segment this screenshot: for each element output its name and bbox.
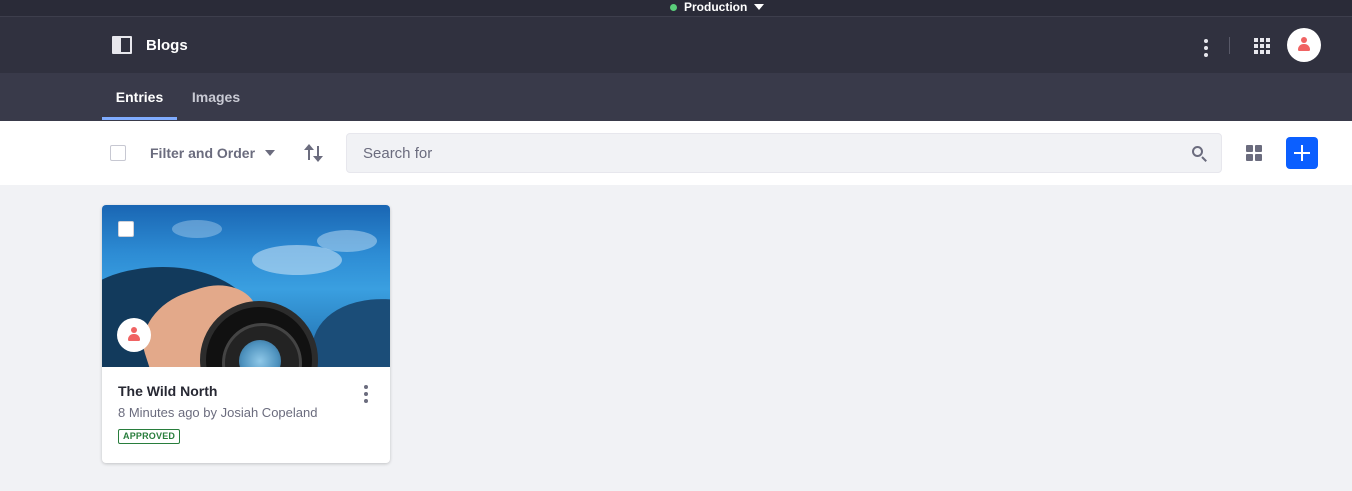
caret-down-icon bbox=[265, 150, 276, 156]
filter-and-order-label: Filter and Order bbox=[150, 145, 256, 161]
search-icon[interactable] bbox=[1192, 146, 1208, 162]
apps-grid-icon[interactable] bbox=[1254, 38, 1270, 54]
cards-view-icon[interactable] bbox=[1246, 145, 1262, 161]
environment-status-dot bbox=[670, 3, 677, 11]
caret-down-icon bbox=[754, 4, 765, 10]
tab-images[interactable]: Images bbox=[177, 73, 255, 121]
user-icon bbox=[1298, 37, 1310, 53]
environment-bar: Production bbox=[0, 0, 1352, 17]
search-input[interactable] bbox=[346, 133, 1222, 173]
add-entry-button[interactable] bbox=[1286, 137, 1318, 169]
entry-title[interactable]: The Wild North bbox=[118, 383, 217, 399]
sort-arrows-icon[interactable] bbox=[304, 143, 324, 163]
tab-entries[interactable]: Entries bbox=[102, 73, 177, 121]
user-avatar[interactable] bbox=[1287, 28, 1321, 62]
options-kebab-icon[interactable] bbox=[1204, 39, 1208, 57]
page-title: Blogs bbox=[146, 37, 188, 54]
select-all-checkbox[interactable] bbox=[110, 145, 126, 161]
filter-and-order-button[interactable]: Filter and Order bbox=[140, 139, 285, 167]
user-icon bbox=[128, 327, 140, 343]
entry-checkbox[interactable] bbox=[118, 221, 134, 237]
environment-selector[interactable]: Production bbox=[670, 0, 765, 14]
sidebar-panel-icon[interactable] bbox=[112, 36, 132, 54]
header-divider bbox=[1229, 37, 1230, 54]
navigation-tabs: Entries Images bbox=[0, 73, 1352, 121]
entry-actions-kebab-icon[interactable] bbox=[364, 385, 368, 403]
management-toolbar: Filter and Order bbox=[0, 121, 1352, 185]
author-avatar bbox=[117, 318, 151, 352]
status-badge: APPROVED bbox=[118, 429, 181, 444]
blog-entry-card[interactable]: The Wild North 8 Minutes ago by Josiah C… bbox=[102, 205, 390, 463]
application-header: Blogs bbox=[0, 17, 1352, 73]
environment-label: Production bbox=[684, 0, 748, 14]
entry-meta: 8 Minutes ago by Josiah Copeland bbox=[118, 405, 318, 420]
